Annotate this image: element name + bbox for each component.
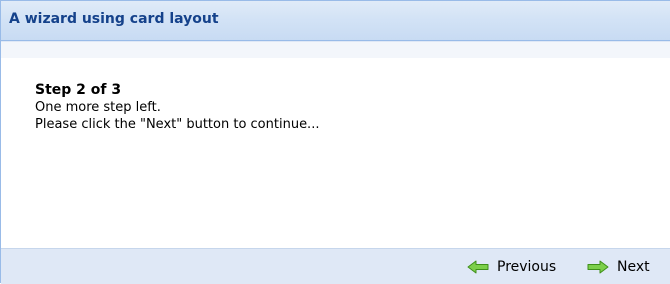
step-line-1: One more step left. <box>35 100 161 115</box>
wizard-panel: A wizard using card layout Step 2 of 3 O… <box>0 0 670 284</box>
next-button[interactable]: Next <box>587 259 650 275</box>
panel-header: A wizard using card layout <box>1 1 670 41</box>
next-button-label: Next <box>617 259 650 275</box>
previous-button-label: Previous <box>497 259 557 275</box>
arrow-left-icon <box>467 260 489 274</box>
panel-body: Step 2 of 3 One more step left. Please c… <box>1 41 670 248</box>
step-line-2: Please click the "Next" button to contin… <box>35 117 320 132</box>
step-title: Step 2 of 3 <box>35 82 122 98</box>
card-content: Step 2 of 3 One more step left. Please c… <box>35 81 319 133</box>
body-top-strip <box>1 41 670 58</box>
panel-footer: Previous Next <box>1 248 670 284</box>
panel-title: A wizard using card layout <box>9 11 219 27</box>
previous-button[interactable]: Previous <box>467 259 556 275</box>
arrow-right-icon <box>587 260 609 274</box>
